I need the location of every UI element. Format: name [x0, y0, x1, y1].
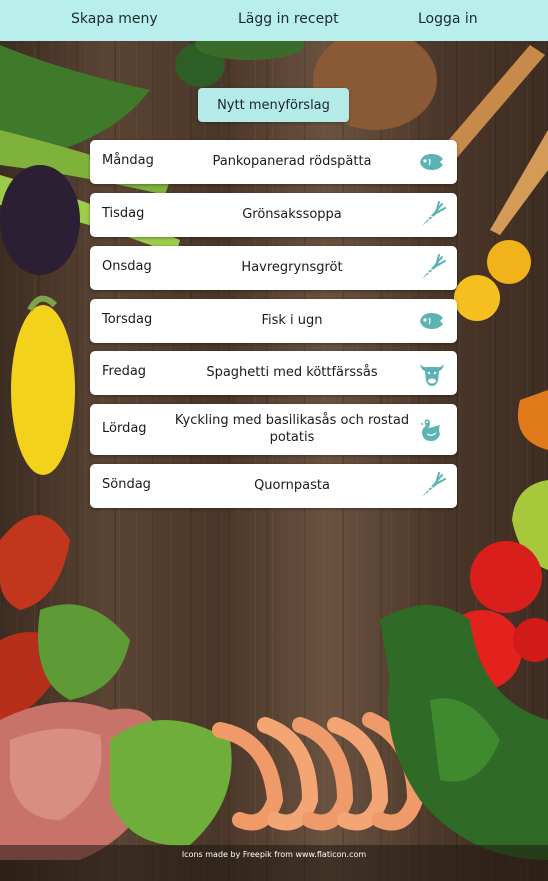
new-menu-suggestion-button[interactable]: Nytt menyförslag	[198, 88, 349, 122]
menu-row-tuesday[interactable]: Tisdag Grönsakssoppa	[90, 193, 457, 237]
dish-name: Havregrynsgröt	[241, 260, 343, 275]
menu-row-wednesday[interactable]: Onsdag Havregrynsgröt	[90, 246, 457, 290]
menu-row-monday[interactable]: Måndag Pankopanerad rödspätta	[90, 140, 457, 184]
day-label: Onsdag	[102, 259, 152, 274]
day-label: Fredag	[102, 364, 147, 379]
menu-row-thursday[interactable]: Torsdag Fisk i ugn	[90, 299, 457, 343]
carrot-icon	[422, 201, 446, 226]
nav-create-menu-link[interactable]: Skapa meny	[71, 11, 158, 27]
day-label: Tisdag	[102, 206, 145, 221]
dish-name: Kyckling med basilikasås och rostad pota…	[174, 413, 410, 445]
icon-credit-footer: Icons made by Freepik from www.flaticon.…	[181, 850, 367, 859]
dish-name: Grönsakssoppa	[242, 207, 342, 222]
dish-name: Spaghetti med köttfärssås	[206, 365, 378, 380]
day-label: Måndag	[102, 153, 154, 168]
cow-icon	[420, 364, 444, 386]
carrot-icon	[422, 254, 446, 279]
nav-add-recipe-link[interactable]: Lägg in recept	[238, 11, 339, 27]
top-navigation: Skapa meny Lägg in recept Logga in	[0, 0, 548, 41]
day-label: Söndag	[102, 477, 151, 492]
fish-icon	[420, 313, 443, 329]
menu-row-friday[interactable]: Fredag Spaghetti med köttfärssås	[90, 351, 457, 395]
dish-name: Quornpasta	[254, 478, 330, 493]
day-label: Lördag	[102, 421, 147, 436]
dish-name: Fisk i ugn	[261, 313, 323, 328]
day-label: Torsdag	[102, 312, 153, 327]
fish-icon	[420, 154, 443, 170]
dish-name: Pankopanerad rödspätta	[212, 154, 372, 169]
nav-login-link[interactable]: Logga in	[418, 11, 478, 27]
menu-row-sunday[interactable]: Söndag Quornpasta	[90, 464, 457, 508]
carrot-icon	[422, 472, 446, 497]
chicken-icon	[420, 419, 440, 441]
menu-row-saturday[interactable]: Lördag Kyckling med basilikasås och rost…	[90, 404, 457, 455]
